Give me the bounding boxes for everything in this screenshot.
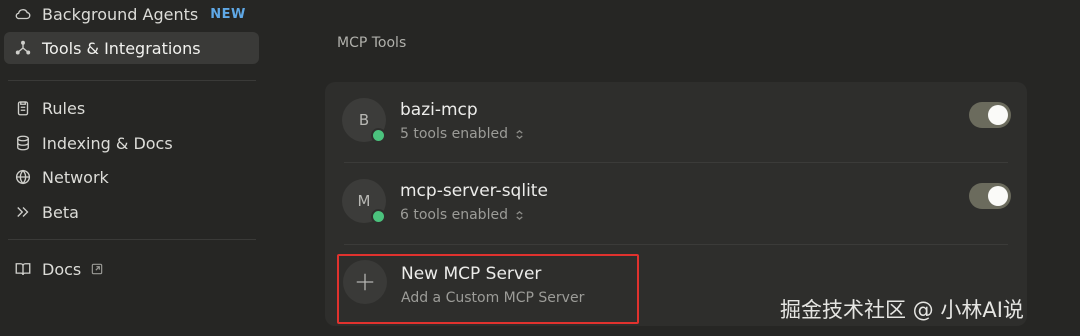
mcp-server-row: M mcp-server-sqlite 6 tools enabled [341,163,1011,239]
section-title: MCP Tools [337,35,407,51]
sidebar-item-beta[interactable]: Beta [4,196,259,228]
clipboard-icon [12,97,34,119]
new-badge: NEW [210,6,246,22]
sidebar-item-rules[interactable]: Rules [4,92,259,124]
new-mcp-server-button[interactable]: New MCP Server Add a Custom MCP Server [337,254,639,324]
tools-enabled-label: 5 tools enabled [400,126,508,142]
sidebar-item-label: Beta [42,202,79,222]
status-indicator [371,128,386,143]
toggle-knob [988,105,1008,125]
database-icon [12,132,34,154]
mcp-server-row: B bazi-mcp 5 tools enabled [341,82,1011,158]
integrations-icon [12,37,34,59]
sidebar: Background Agents NEW Tools & Integratio… [0,0,268,336]
sidebar-item-tools-integrations[interactable]: Tools & Integrations [4,32,259,64]
new-server-title: New MCP Server [401,264,542,284]
sidebar-item-indexing-docs[interactable]: Indexing & Docs [4,127,259,159]
tools-enabled-selector[interactable]: 5 tools enabled [400,126,525,142]
sidebar-item-label: Tools & Integrations [42,38,201,58]
chevrons-right-icon [12,201,34,223]
watermark: 掘金技术社区 @ 小林AI说 [780,298,1024,322]
toggle-knob [988,186,1008,206]
sidebar-item-docs[interactable]: Docs [4,253,259,285]
sidebar-item-label: Docs [42,259,82,279]
book-icon [12,258,34,280]
sidebar-item-label: Background Agents [42,4,199,24]
status-indicator [371,209,386,224]
sidebar-divider [8,80,256,81]
sidebar-item-label: Rules [42,98,86,118]
globe-icon [12,166,34,188]
server-name: bazi-mcp [400,100,478,120]
plus-icon [343,260,387,304]
server-name: mcp-server-sqlite [400,181,548,201]
sidebar-item-label: Network [42,167,109,187]
new-server-subtitle: Add a Custom MCP Server [401,290,585,306]
chevron-up-down-icon [514,210,525,221]
tools-enabled-label: 6 tools enabled [400,207,508,223]
server-enable-toggle[interactable] [969,183,1011,209]
server-enable-toggle[interactable] [969,102,1011,128]
cloud-icon [12,3,34,25]
sidebar-item-label: Indexing & Docs [42,133,173,153]
chevron-up-down-icon [514,129,525,140]
tools-enabled-selector[interactable]: 6 tools enabled [400,207,525,223]
row-divider [344,244,1008,245]
sidebar-divider [8,239,256,240]
external-link-icon [90,262,104,276]
mcp-servers-card: B bazi-mcp 5 tools enabled M mcp-server-… [325,82,1027,326]
sidebar-item-background-agents[interactable]: Background Agents NEW [4,0,259,30]
sidebar-item-network[interactable]: Network [4,161,259,193]
